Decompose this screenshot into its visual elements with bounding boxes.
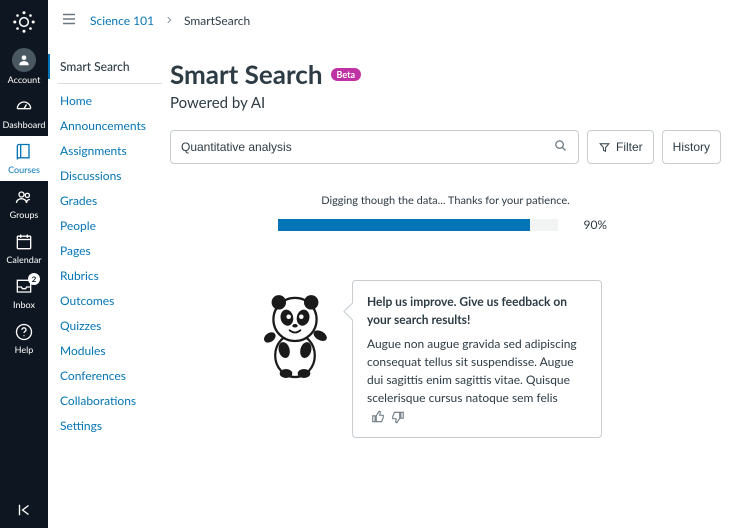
panda-illustration [250,280,340,380]
course-nav-divider [58,83,162,84]
nav-calendar-label: Calendar [6,254,41,265]
courses-icon [14,142,34,162]
course-nav-collaborations[interactable]: Collaborations [48,388,170,413]
beta-badge: Beta [331,68,362,81]
thumbs-down-icon[interactable] [391,410,405,424]
course-nav-rubrics[interactable]: Rubrics [48,263,170,288]
feedback-bubble: Help us improve. Give us feedback on you… [352,280,602,438]
feedback-area: Help us improve. Give us feedback on you… [170,280,721,438]
global-nav: Account Dashboard Courses Groups Calenda… [0,0,48,528]
nav-account-label: Account [8,74,41,85]
page-subtitle: Powered by AI [170,94,721,112]
course-nav-settings[interactable]: Settings [48,413,170,438]
history-button[interactable]: History [662,130,721,164]
hamburger-icon [60,10,78,28]
topbar: Science 101 SmartSearch [48,0,745,40]
course-nav-grades[interactable]: Grades [48,188,170,213]
breadcrumb-current: SmartSearch [184,13,250,28]
hamburger-button[interactable] [60,10,78,31]
course-nav: Smart Search Home Announcements Assignme… [48,40,170,528]
nav-help[interactable]: Help [0,316,48,361]
course-nav-quizzes[interactable]: Quizzes [48,313,170,338]
brand-logo[interactable] [8,6,40,38]
nav-inbox[interactable]: 2 Inbox [0,271,48,316]
feedback-body: Augue non augue gravida sed adipiscing c… [367,336,577,405]
nav-inbox-label: Inbox [13,299,35,310]
course-nav-pages[interactable]: Pages [48,238,170,263]
inbox-badge: 2 [28,273,40,285]
breadcrumb-course-link[interactable]: Science 101 [90,13,154,28]
filter-button-label: Filter [616,140,643,154]
groups-icon [14,187,34,207]
course-nav-home[interactable]: Home [48,88,170,113]
course-nav-smart-search[interactable]: Smart Search [48,54,170,79]
course-nav-outcomes[interactable]: Outcomes [48,288,170,313]
filter-button[interactable]: Filter [587,130,654,164]
nav-groups-label: Groups [10,209,39,220]
nav-dashboard-label: Dashboard [3,119,46,130]
course-nav-people[interactable]: People [48,213,170,238]
history-button-label: History [673,140,710,154]
loading-section: Digging though the data... Thanks for yo… [170,194,721,232]
nav-courses[interactable]: Courses [0,136,48,181]
chevron-right-icon [164,13,174,28]
collapse-icon [15,501,33,519]
progress-bar [278,219,558,231]
nav-groups[interactable]: Groups [0,181,48,226]
breadcrumb: Science 101 SmartSearch [90,13,250,28]
search-field-wrapper[interactable] [170,130,579,164]
nav-help-label: Help [15,344,34,355]
course-nav-announcements[interactable]: Announcements [48,113,170,138]
nav-dashboard[interactable]: Dashboard [0,91,48,136]
avatar-icon [12,48,36,72]
progress-percent: 90% [584,217,614,232]
course-nav-assignments[interactable]: Assignments [48,138,170,163]
feedback-body-row: Augue non augue gravida sed adipiscing c… [367,335,587,425]
page-title: Smart Search [170,58,323,90]
dashboard-icon [14,97,34,117]
content-area: Smart Search Beta Powered by AI Filter H… [170,40,745,528]
calendar-icon [14,232,34,252]
feedback-title: Help us improve. Give us feedback on you… [367,293,587,329]
search-icon[interactable] [553,138,568,156]
help-icon [14,322,34,342]
course-nav-conferences[interactable]: Conferences [48,363,170,388]
nav-courses-label: Courses [8,164,40,175]
thumbs-up-icon[interactable] [371,410,385,424]
filter-icon [598,141,611,154]
collapse-nav-button[interactable] [0,492,48,528]
nav-account[interactable]: Account [0,42,48,91]
nav-calendar[interactable]: Calendar [0,226,48,271]
search-input[interactable] [181,140,553,154]
course-nav-modules[interactable]: Modules [48,338,170,363]
course-nav-discussions[interactable]: Discussions [48,163,170,188]
progress-fill [278,219,530,231]
loading-text: Digging though the data... Thanks for yo… [170,194,721,207]
